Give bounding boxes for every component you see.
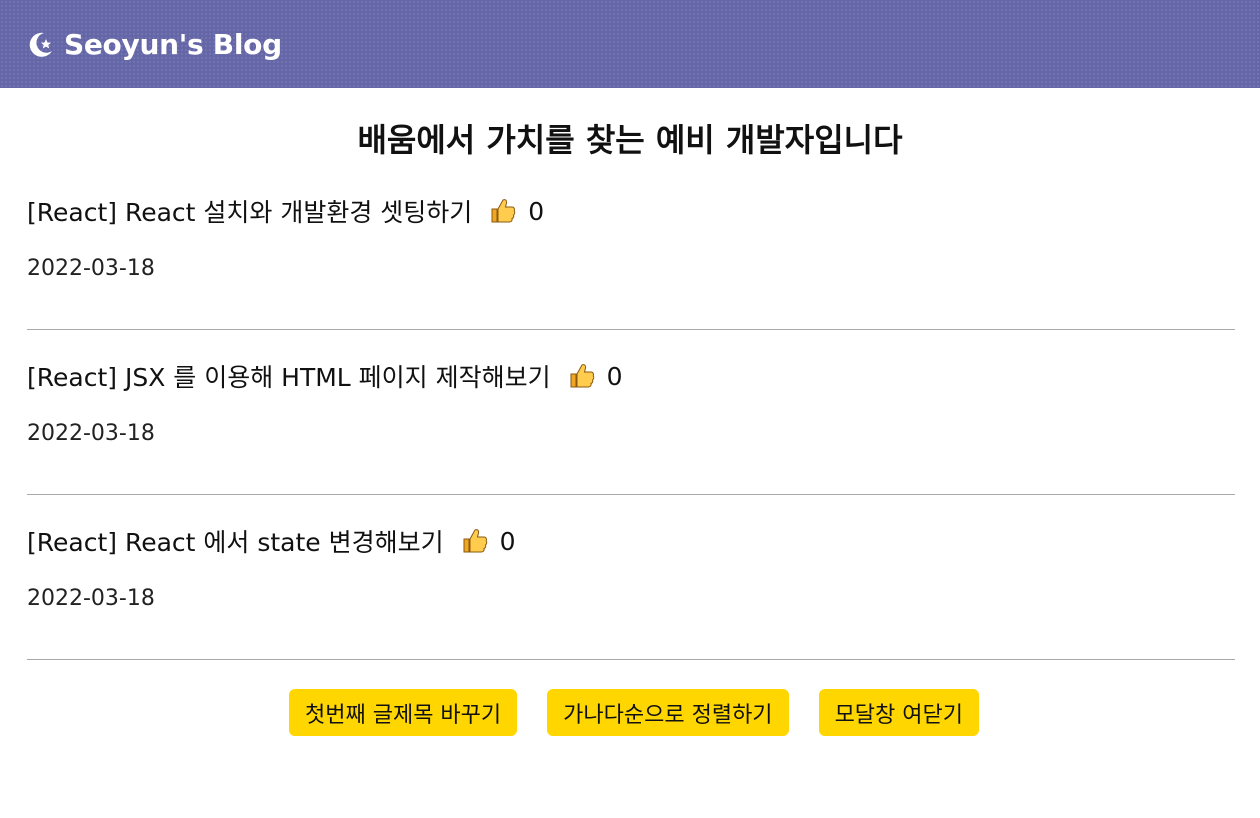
post-item: [React] JSX 를 이용해 HTML 페이지 제작해보기 0 2022-… bbox=[27, 343, 1235, 495]
thumbs-up-icon[interactable] bbox=[488, 196, 518, 226]
change-first-title-button[interactable]: 첫번째 글제목 바꾸기 bbox=[289, 689, 518, 736]
post-item: [React] React 에서 state 변경해보기 0 2022-03-1… bbox=[27, 508, 1235, 660]
post-title-row: [React] React 설치와 개발환경 셋팅하기 0 bbox=[27, 191, 544, 231]
like-button[interactable]: 0 bbox=[567, 361, 623, 391]
post-title[interactable]: [React] JSX 를 이용해 HTML 페이지 제작해보기 bbox=[27, 358, 551, 394]
thumbs-up-icon[interactable] bbox=[460, 526, 490, 556]
like-button[interactable]: 0 bbox=[488, 196, 544, 226]
like-count: 0 bbox=[528, 196, 545, 226]
thumbs-up-icon[interactable] bbox=[567, 361, 597, 391]
post-title[interactable]: [React] React 설치와 개발환경 셋팅하기 bbox=[27, 193, 472, 229]
post-title-row: [React] React 에서 state 변경해보기 0 bbox=[27, 521, 516, 561]
post-title[interactable]: [React] React 에서 state 변경해보기 bbox=[27, 523, 444, 559]
post-date: 2022-03-18 bbox=[27, 256, 155, 281]
like-button[interactable]: 0 bbox=[460, 526, 516, 556]
post-title-row: [React] JSX 를 이용해 HTML 페이지 제작해보기 0 bbox=[27, 356, 623, 396]
page-headline: 배움에서 가치를 찾는 예비 개발자입니다 bbox=[357, 121, 903, 159]
like-count: 0 bbox=[499, 526, 516, 556]
post-date: 2022-03-18 bbox=[27, 586, 155, 611]
brand[interactable]: Seoyun's Blog bbox=[26, 28, 282, 61]
post-list: [React] React 설치와 개발환경 셋팅하기 0 2022-03-18… bbox=[0, 178, 1260, 660]
post-date: 2022-03-18 bbox=[27, 421, 155, 446]
top-navbar: Seoyun's Blog bbox=[0, 0, 1260, 88]
sort-alphabetical-button[interactable]: 가나다순으로 정렬하기 bbox=[547, 689, 789, 736]
toggle-modal-button[interactable]: 모달창 여닫기 bbox=[818, 689, 979, 736]
action-buttons: 첫번째 글제목 바꾸기 가나다순으로 정렬하기 모달창 여닫기 bbox=[0, 689, 1260, 736]
moon-star-icon bbox=[26, 29, 56, 59]
post-item: [React] React 설치와 개발환경 셋팅하기 0 2022-03-18 bbox=[27, 178, 1235, 330]
like-count: 0 bbox=[606, 361, 623, 391]
blog-title: Seoyun's Blog bbox=[64, 27, 282, 61]
